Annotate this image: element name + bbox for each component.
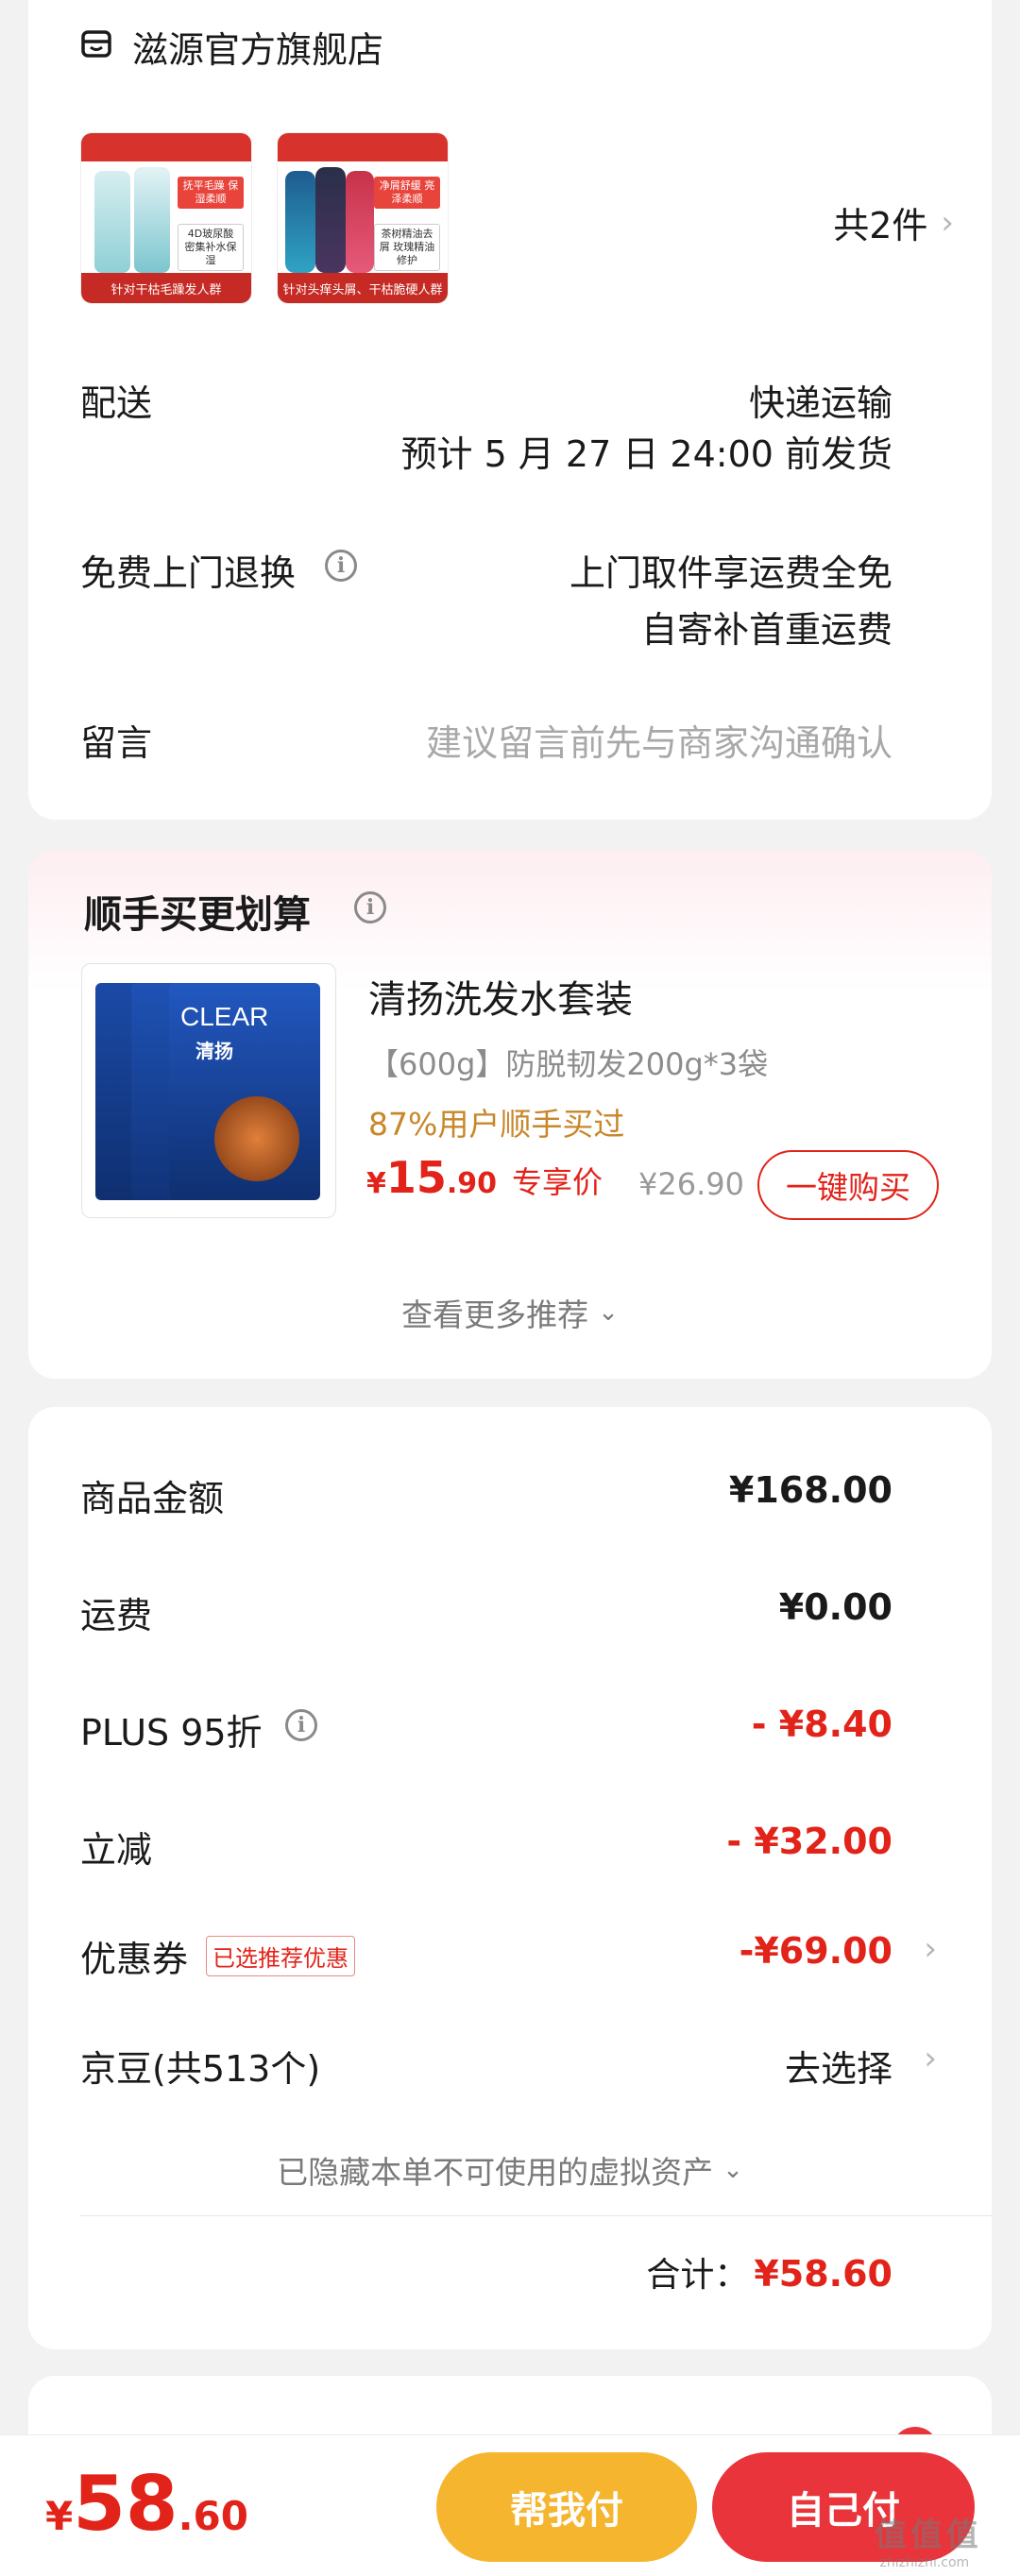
upsell-product-name[interactable]: 清扬洗发水套装 — [368, 969, 633, 1024]
upsell-spec: 【600g】防脱韧发200g*3袋 — [368, 1046, 769, 1082]
total-value: ¥58.60 — [754, 2253, 892, 2295]
chevron-right-icon: › — [924, 1930, 937, 1968]
upsell-title: 顺手买更划算 — [84, 893, 311, 937]
info-icon[interactable]: i — [325, 550, 357, 582]
goods-amount-value: ¥168.00 — [728, 1469, 892, 1511]
plus-discount-label: PLUS 95折 — [80, 1712, 263, 1754]
plus-discount-value: - ¥8.40 — [751, 1703, 892, 1745]
footer-price: ¥ 58 .60 — [45, 2460, 248, 2548]
coupon-value: -¥69.00 — [739, 1930, 892, 1972]
total-label: 合计： — [646, 2256, 749, 2295]
store-icon — [80, 27, 112, 59]
upsell-card: 顺手买更划算 i CLEAR 清扬 清扬洗发水套装 【600g】防脱韧发200g… — [28, 850, 992, 1379]
upsell-price: ¥ 15 .90 专享价 — [366, 1152, 604, 1203]
jingdou-label: 京豆(共513个) — [80, 2048, 321, 2090]
delivery-label: 配送 — [80, 382, 153, 424]
store-name[interactable]: 滋源官方旗舰店 — [132, 21, 383, 73]
summary-card: 商品金额 ¥168.00 运费 ¥0.00 PLUS 95折 i - ¥8.40… — [28, 1407, 992, 2349]
info-icon[interactable]: i — [285, 1709, 317, 1741]
coupon-row[interactable]: 优惠券 已选推荐优惠 -¥69.00 › — [28, 1917, 992, 2011]
returns-label: 免费上门退换 — [80, 552, 297, 594]
product-thumb-2[interactable]: 净屑舒缓 亮泽柔顺 茶树精油去屑 玫瑰精油修护 针对头痒头屑、干枯脆硬人群 — [277, 132, 449, 304]
coupon-label: 优惠券 — [80, 1939, 189, 1980]
total-row: 合计： ¥58.60 — [646, 2247, 892, 2296]
shipping-fee-label: 运费 — [80, 1595, 153, 1636]
upsell-product-image[interactable]: CLEAR 清扬 — [81, 963, 336, 1218]
watermark: 值 值 值 zhizhizhi.com — [875, 2517, 978, 2570]
instant-discount-value: - ¥32.00 — [726, 1821, 892, 1862]
item-count-link[interactable]: 共2件 › — [833, 196, 954, 248]
returns-line1: 上门取件享运费全免 — [569, 552, 892, 594]
delivery-estimate: 预计 5 月 27 日 24:00 前发货 — [400, 433, 892, 475]
product-thumb-1[interactable]: 抚平毛躁 保湿柔顺 4D玻尿酸 密集补水保湿 针对干枯毛躁发人群 — [80, 132, 252, 304]
divider — [80, 2215, 992, 2216]
chevron-down-icon: ⌄ — [598, 1298, 619, 1327]
store-card: 滋源官方旗舰店 抚平毛躁 保湿柔顺 4D玻尿酸 密集补水保湿 针对干枯毛躁发人群… — [28, 0, 992, 820]
message-input[interactable]: 建议留言前先与商家沟通确认 — [426, 714, 892, 766]
checkout-bar: ¥ 58 .60 帮我付 自己付 值 值 值 zhizhizhi.com — [0, 2434, 1020, 2576]
returns-line2: 自寄补首重运费 — [640, 609, 892, 651]
upsell-original-price: ¥26.90 — [638, 1166, 744, 1202]
coupon-badge: 已选推荐优惠 — [206, 1936, 355, 1976]
jingdou-row[interactable]: 京豆(共513个) 去选择 › — [28, 2028, 992, 2123]
chevron-down-icon: ⌄ — [722, 2156, 743, 2184]
help-pay-button[interactable]: 帮我付 — [436, 2452, 697, 2562]
item-count: 共2件 — [833, 205, 928, 246]
delivery-method[interactable]: 快递运输 — [749, 374, 892, 426]
hidden-assets-toggle[interactable]: 已隐藏本单不可使用的虚拟资产 ⌄ — [28, 2147, 992, 2193]
message-label: 留言 — [80, 722, 153, 764]
one-click-buy-button[interactable]: 一键购买 — [757, 1150, 939, 1220]
upsell-social-proof: 87%用户顺手买过 — [368, 1106, 625, 1143]
goods-amount-label: 商品金额 — [80, 1478, 225, 1519]
shipping-fee-value: ¥0.00 — [778, 1586, 892, 1628]
instant-discount-label: 立减 — [80, 1829, 153, 1871]
jingdou-select: 去选择 — [784, 2048, 892, 2090]
chevron-right-icon: › — [924, 2040, 937, 2077]
chevron-right-icon: › — [941, 203, 954, 242]
view-more-recommendations[interactable]: 查看更多推荐 ⌄ — [28, 1290, 992, 1335]
info-icon[interactable]: i — [354, 891, 386, 924]
